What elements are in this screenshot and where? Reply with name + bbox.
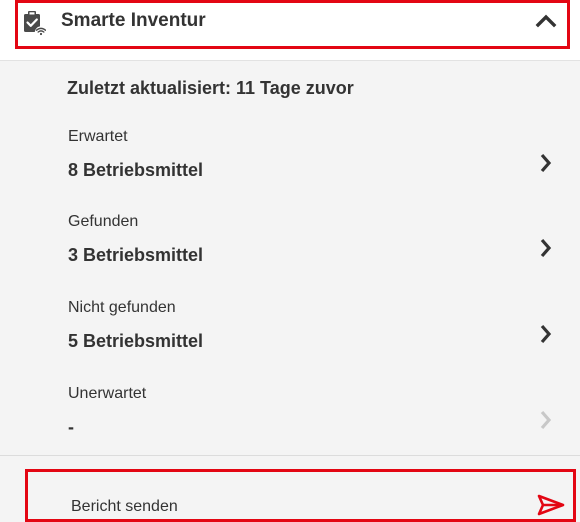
row-unexpected: Unerwartet - xyxy=(0,385,580,465)
chevron-up-icon[interactable] xyxy=(535,12,557,28)
clipboard-check-wifi-icon xyxy=(24,11,46,36)
chevron-right-icon xyxy=(540,410,552,430)
send-icon[interactable] xyxy=(537,493,565,517)
chevron-right-icon xyxy=(540,324,552,344)
smart-inventory-panel: Smarte Inventur Zuletzt aktualisiert: 11… xyxy=(0,0,580,522)
row-expected[interactable]: Erwartet 8 Betriebsmittel xyxy=(0,128,580,208)
last-updated-text: Zuletzt aktualisiert: 11 Tage zuvor xyxy=(67,78,354,98)
row-value: 8 Betriebsmittel xyxy=(68,160,204,180)
row-not-found[interactable]: Nicht gefunden 5 Betriebsmittel xyxy=(0,299,580,379)
row-label: Erwartet xyxy=(68,128,128,145)
row-found[interactable]: Gefunden 3 Betriebsmittel xyxy=(0,213,580,293)
row-value: 5 Betriebsmittel xyxy=(68,331,204,351)
chevron-right-icon xyxy=(540,153,552,173)
chevron-right-icon xyxy=(540,238,552,258)
send-report-label: Bericht senden xyxy=(71,498,178,515)
panel-title: Smarte Inventur xyxy=(61,10,206,31)
row-label: Nicht gefunden xyxy=(68,299,176,316)
divider xyxy=(0,455,580,456)
row-label: Gefunden xyxy=(68,213,139,230)
row-label: Unerwartet xyxy=(68,385,147,402)
row-value: 3 Betriebsmittel xyxy=(68,245,204,265)
row-value: - xyxy=(68,417,74,437)
panel-header[interactable]: Smarte Inventur xyxy=(0,0,580,61)
